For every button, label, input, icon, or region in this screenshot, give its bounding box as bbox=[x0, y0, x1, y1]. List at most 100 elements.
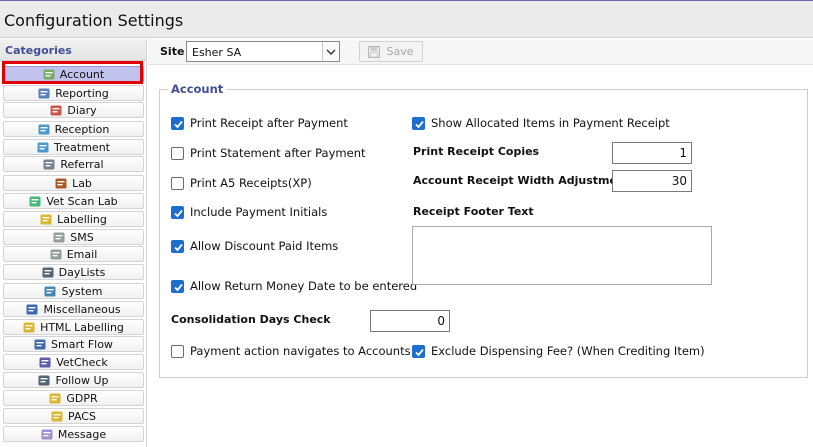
sidebar-item-miscellaneous[interactable]: Miscellaneous bbox=[3, 301, 144, 317]
sidebar-item-label: Diary bbox=[67, 103, 97, 117]
system-icon bbox=[44, 286, 56, 297]
payment-action-navigates-checkbox[interactable] bbox=[171, 344, 184, 358]
floppy-disk-icon bbox=[368, 45, 381, 58]
sidebar-item-label: Email bbox=[66, 247, 98, 261]
selected-category-highlight bbox=[2, 61, 143, 84]
site-toolbar: Site Esher SA Save bbox=[148, 39, 813, 65]
window-title: Configuration Settings bbox=[4, 11, 184, 30]
sidebar-item-label: Follow Up bbox=[55, 373, 109, 387]
print-statement-after-payment-checkbox[interactable] bbox=[171, 146, 184, 160]
sidebar-item-follow-up[interactable]: Follow Up bbox=[3, 372, 144, 388]
categories-sidebar: Categories Account Reporting Diary Receptio… bbox=[0, 39, 147, 447]
email-icon bbox=[50, 249, 62, 260]
exclude-dispensing-fee-label: Exclude Dispensing Fee? (When Crediting … bbox=[431, 344, 705, 358]
vet-scan-lab-icon bbox=[29, 196, 41, 207]
allow-return-money-date-checkbox[interactable] bbox=[171, 279, 184, 293]
allow-discount-paid-items-checkbox[interactable] bbox=[171, 239, 184, 253]
site-select-value: Esher SA bbox=[192, 46, 242, 59]
sidebar-item-email[interactable]: Email bbox=[3, 246, 144, 262]
payment-action-navigates-label: Payment action navigates to Accounts bbox=[190, 344, 411, 358]
smart-flow-icon bbox=[34, 339, 46, 350]
sidebar-item-label: SMS bbox=[70, 230, 94, 244]
reception-icon bbox=[38, 124, 50, 135]
sms-icon bbox=[53, 232, 65, 243]
sidebar-item-label: Message bbox=[57, 427, 107, 441]
print-statement-after-payment-label: Print Statement after Payment bbox=[190, 146, 366, 160]
receipt-width-adjustment-input[interactable]: 30 bbox=[612, 170, 692, 192]
categories-header: Categories bbox=[0, 39, 146, 61]
consolidation-days-check-input[interactable]: 0 bbox=[370, 310, 450, 332]
sidebar-item-sms[interactable]: SMS bbox=[3, 229, 144, 245]
sidebar-item-reception[interactable]: Reception bbox=[3, 121, 144, 137]
sidebar-item-pacs[interactable]: PACS bbox=[3, 408, 144, 424]
site-label: Site bbox=[160, 45, 185, 58]
sidebar-item-label: VetCheck bbox=[56, 355, 108, 369]
follow-up-icon bbox=[38, 375, 50, 386]
sidebar-item-diary[interactable]: Diary bbox=[3, 102, 144, 118]
exclude-dispensing-fee-checkbox[interactable] bbox=[412, 344, 425, 358]
exclude-dispensing-fee-option[interactable]: Exclude Dispensing Fee? (When Crediting … bbox=[412, 344, 705, 358]
title-bar: Configuration Settings bbox=[0, 0, 813, 38]
sidebar-item-referral[interactable]: Referral bbox=[3, 156, 144, 172]
sidebar-item-system[interactable]: System bbox=[3, 283, 144, 299]
print-statement-after-payment-option[interactable]: Print Statement after Payment bbox=[171, 146, 366, 160]
sidebar-item-label: Smart Flow bbox=[51, 337, 113, 351]
sidebar-item-label: GDPR bbox=[66, 391, 98, 405]
receipt-footer-text-label: Receipt Footer Text bbox=[413, 205, 534, 218]
allow-return-money-date-option[interactable]: Allow Return Money Date to be entered bbox=[171, 279, 417, 293]
save-button[interactable]: Save bbox=[359, 41, 423, 62]
sidebar-item-label: Reception bbox=[54, 122, 110, 136]
sidebar-item-labelling[interactable]: Labelling bbox=[3, 211, 144, 227]
sidebar-item-gdpr[interactable]: GDPR bbox=[3, 390, 144, 406]
allow-return-money-date-label: Allow Return Money Date to be entered bbox=[190, 279, 418, 293]
sidebar-item-vet-scan-lab[interactable]: Vet Scan Lab bbox=[3, 193, 144, 209]
sidebar-item-label: Treatment bbox=[54, 140, 110, 154]
receipt-footer-text-area[interactable] bbox=[412, 226, 712, 285]
miscellaneous-icon bbox=[26, 304, 38, 315]
print-a5-receipts-option[interactable]: Print A5 Receipts(XP) bbox=[171, 176, 312, 190]
chevron-down-icon[interactable] bbox=[322, 42, 339, 61]
sidebar-item-html-labelling[interactable]: HTML Labelling bbox=[3, 319, 144, 335]
allow-discount-paid-items-option[interactable]: Allow Discount Paid Items bbox=[171, 239, 338, 253]
save-button-label: Save bbox=[386, 45, 414, 58]
categories-header-label: Categories bbox=[5, 44, 72, 57]
sidebar-item-lab[interactable]: Lab bbox=[3, 175, 144, 191]
sidebar-item-message[interactable]: Message bbox=[3, 426, 144, 442]
sidebar-item-daylists[interactable]: DayLists bbox=[3, 264, 144, 280]
show-allocated-items-checkbox[interactable] bbox=[412, 116, 425, 130]
gdpr-icon bbox=[49, 393, 61, 404]
print-receipt-copies-input[interactable]: 1 bbox=[612, 142, 692, 164]
include-payment-initials-option[interactable]: Include Payment Initials bbox=[171, 205, 327, 219]
show-allocated-items-label: Show Allocated Items in Payment Receipt bbox=[431, 116, 670, 130]
labelling-icon bbox=[40, 214, 52, 225]
sidebar-item-label: Referral bbox=[60, 157, 104, 171]
sidebar-item-label: Labelling bbox=[57, 212, 107, 226]
site-select[interactable]: Esher SA bbox=[186, 41, 340, 62]
sidebar-item-treatment[interactable]: Treatment bbox=[3, 139, 144, 155]
print-receipt-after-payment-option[interactable]: Print Receipt after Payment bbox=[171, 116, 348, 130]
diary-icon bbox=[50, 105, 62, 116]
consolidation-days-check-label: Consolidation Days Check bbox=[171, 313, 331, 326]
payment-action-navigates-option[interactable]: Payment action navigates to Accounts bbox=[171, 344, 411, 358]
reporting-icon bbox=[38, 88, 50, 99]
sidebar-item-label: HTML Labelling bbox=[40, 320, 124, 334]
sidebar-item-reporting[interactable]: Reporting bbox=[3, 85, 144, 101]
message-icon bbox=[41, 429, 53, 440]
daylists-icon bbox=[42, 267, 54, 278]
show-allocated-items-option[interactable]: Show Allocated Items in Payment Receipt bbox=[412, 116, 670, 130]
print-a5-receipts-checkbox[interactable] bbox=[171, 176, 184, 190]
sidebar-item-label: DayLists bbox=[58, 265, 106, 279]
sidebar-item-vetcheck[interactable]: VetCheck bbox=[3, 354, 144, 370]
include-payment-initials-checkbox[interactable] bbox=[171, 205, 184, 219]
include-payment-initials-label: Include Payment Initials bbox=[190, 205, 328, 219]
receipt-width-adjustment-label: Account Receipt Width Adjustment bbox=[413, 174, 631, 187]
account-legend: Account bbox=[168, 82, 227, 96]
pacs-icon bbox=[51, 411, 63, 422]
print-receipt-after-payment-label: Print Receipt after Payment bbox=[190, 116, 348, 130]
vetcheck-icon bbox=[39, 357, 51, 368]
sidebar-item-smart-flow[interactable]: Smart Flow bbox=[3, 336, 144, 352]
allow-discount-paid-items-label: Allow Discount Paid Items bbox=[190, 239, 339, 253]
print-receipt-copies-label: Print Receipt Copies bbox=[413, 145, 540, 158]
print-receipt-after-payment-checkbox[interactable] bbox=[171, 116, 184, 130]
referral-icon bbox=[43, 159, 55, 170]
